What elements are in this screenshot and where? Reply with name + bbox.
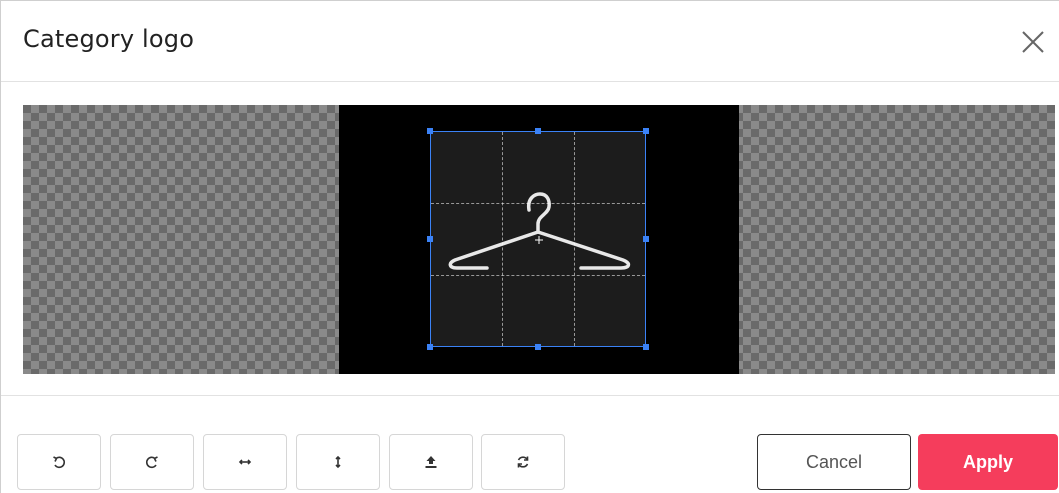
rotate-left-icon [53,456,65,469]
crop-handle-bottom-left[interactable] [427,344,433,350]
rotate-right-button[interactable] [110,434,194,490]
cancel-button[interactable]: Cancel [757,434,911,490]
upload-button[interactable] [389,434,473,490]
flip-vertical-button[interactable] [296,434,380,490]
flip-vertical-icon [335,455,341,469]
crop-guide [502,132,503,346]
crop-guide [431,203,645,204]
crop-handle-top[interactable] [535,128,541,134]
dialog-title: Category logo [23,25,195,53]
crop-handle-top-right[interactable] [643,128,649,134]
crop-handle-bottom-right[interactable] [643,344,649,350]
dialog-header: Category logo [1,1,1059,82]
crop-guide [431,275,645,276]
category-logo-dialog: Category logo Cancel Apply [0,0,1059,493]
reset-button[interactable] [481,434,565,490]
apply-button[interactable]: Apply [918,434,1058,490]
reset-icon [517,456,529,468]
crop-handle-left[interactable] [427,236,433,242]
flip-horizontal-icon [238,459,252,465]
crop-handle-top-left[interactable] [427,128,433,134]
rotate-left-button[interactable] [17,434,101,490]
divider [1,395,1059,396]
crop-handle-right[interactable] [643,236,649,242]
image-preview [339,105,739,374]
clothes-hanger-icon [448,192,631,270]
crop-guide [574,132,575,346]
upload-icon [425,456,437,468]
crop-box[interactable] [427,128,649,350]
rotate-right-icon [146,456,158,469]
crop-canvas[interactable] [23,105,1055,374]
crop-handle-bottom[interactable] [535,344,541,350]
close-icon[interactable] [1019,28,1047,56]
flip-horizontal-button[interactable] [203,434,287,490]
